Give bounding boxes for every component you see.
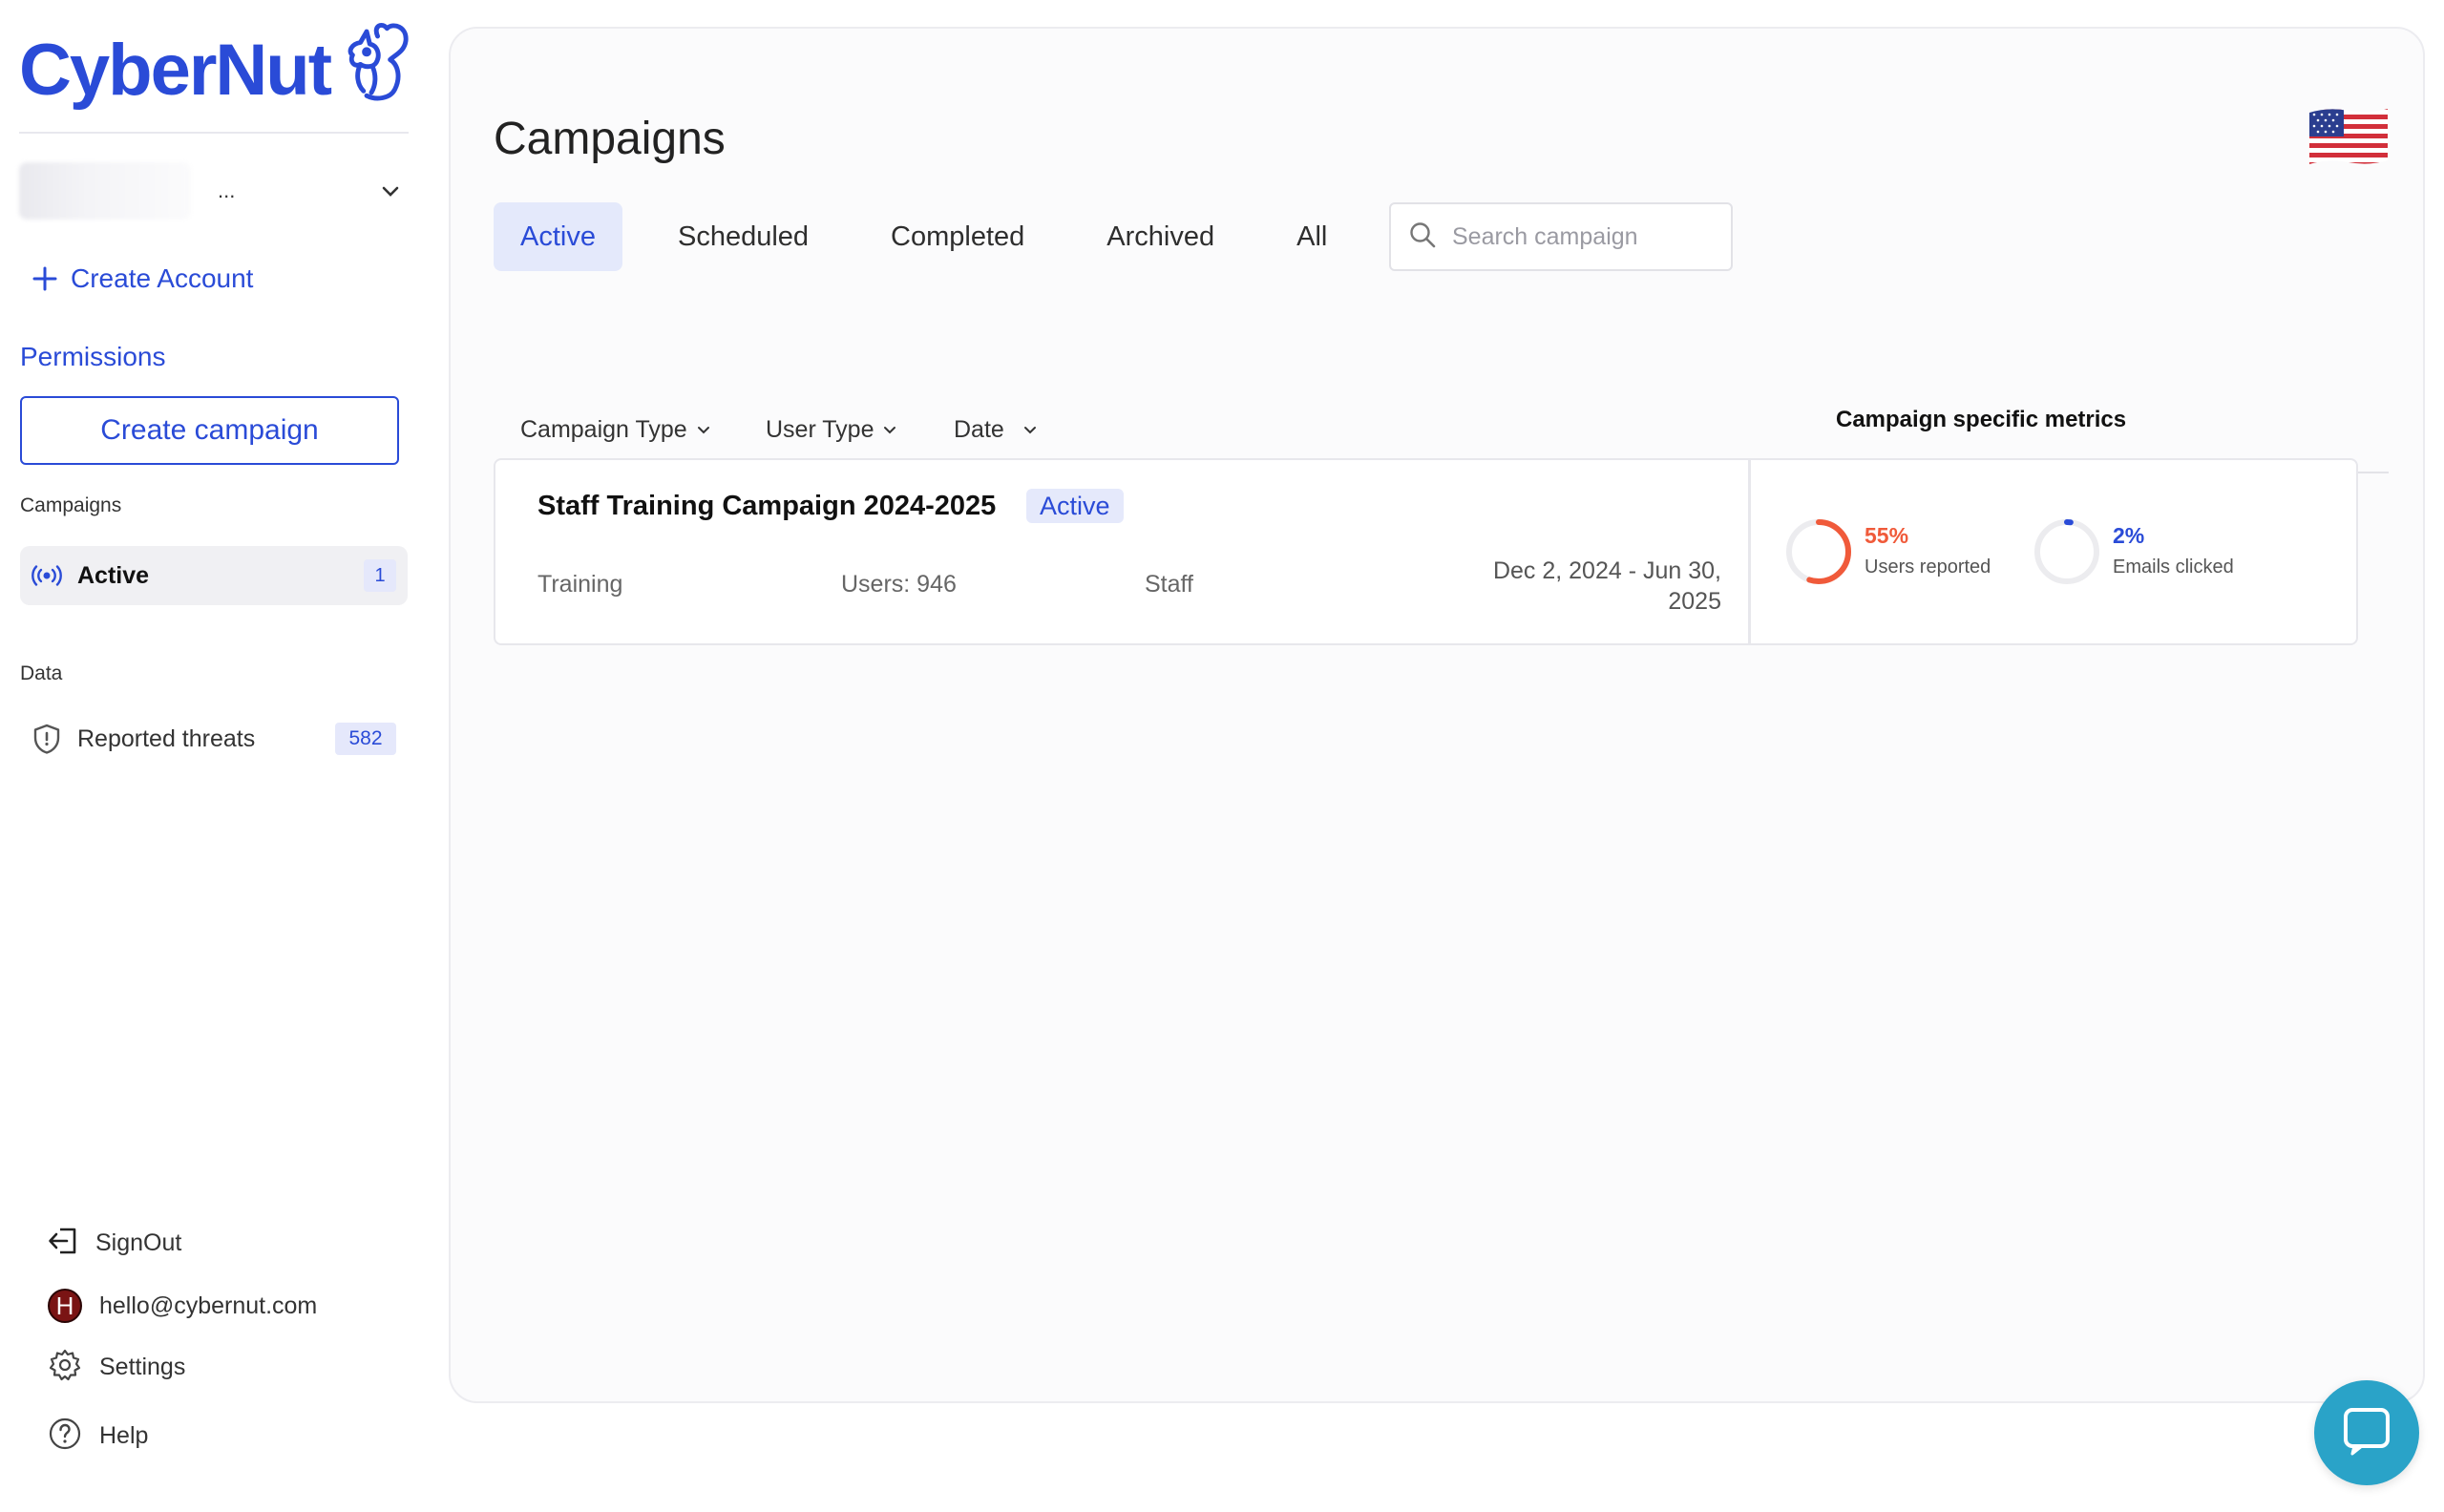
help-label: Help xyxy=(99,1422,149,1449)
plus-icon xyxy=(32,260,57,298)
filter-label: Date xyxy=(954,416,1004,443)
campaign-title: Staff Training Campaign 2024-2025 xyxy=(537,491,997,521)
cybernut-logo[interactable]: CyberNut xyxy=(19,17,411,124)
date-filter[interactable]: Date xyxy=(954,416,1037,444)
us-flag-icon[interactable] xyxy=(2306,105,2391,173)
chevron-down-icon xyxy=(883,420,896,440)
account-avatar-blurred xyxy=(19,162,191,220)
campaigns-section-label: Campaigns xyxy=(20,494,122,516)
campaign-date-range: Dec 2, 2024 - Jun 30, 2025 xyxy=(1492,557,1721,615)
campaign-type: Training xyxy=(537,571,623,598)
campaign-audience: Staff xyxy=(1145,571,1193,598)
main-panel: Campaigns Active Scheduled Completed Arc… xyxy=(449,27,2425,1403)
count-badge: 1 xyxy=(364,559,396,592)
account-selector[interactable]: ... xyxy=(19,160,409,221)
status-badge: Active xyxy=(1026,489,1124,523)
user-type-filter[interactable]: User Type xyxy=(766,416,896,444)
campaign-type-filter[interactable]: Campaign Type xyxy=(520,416,710,444)
campaign-status-tabs: Active Scheduled Completed Archived All xyxy=(494,202,1382,271)
search-box xyxy=(1389,202,1733,271)
metric-emails-clicked: 2% Emails clicked xyxy=(2033,517,2234,586)
metrics-header: Campaign specific metrics xyxy=(1836,407,2127,432)
filter-label: Campaign Type xyxy=(520,416,687,443)
tab-archived[interactable]: Archived xyxy=(1080,202,1241,271)
chevron-down-icon xyxy=(697,420,710,440)
chat-bubble-icon xyxy=(2341,1405,2392,1461)
help-icon xyxy=(48,1417,82,1456)
metric-label: Users reported xyxy=(1865,556,1991,578)
avatar: H xyxy=(48,1289,82,1323)
filter-label: User Type xyxy=(766,416,874,443)
shield-icon xyxy=(30,724,64,754)
campaign-users: Users: 946 xyxy=(841,571,957,598)
signout-label: SignOut xyxy=(95,1229,182,1256)
progress-ring xyxy=(1786,519,1851,584)
sign-out-icon xyxy=(48,1227,78,1260)
tab-scheduled[interactable]: Scheduled xyxy=(651,202,835,271)
tab-active[interactable]: Active xyxy=(494,202,622,271)
page-title: Campaigns xyxy=(494,114,726,164)
sidebar-item-active-campaigns[interactable]: Active 1 xyxy=(20,546,408,605)
signout-link[interactable]: SignOut xyxy=(48,1227,181,1260)
user-profile-link[interactable]: H hello@cybernut.com xyxy=(48,1289,317,1323)
sidebar: CyberNut ... Create Account Permissions … xyxy=(0,0,430,1512)
logo-text: CyberNut xyxy=(19,30,332,111)
user-email: hello@cybernut.com xyxy=(99,1292,318,1319)
campaign-card[interactable]: Staff Training Campaign 2024-2025 Active… xyxy=(494,458,2358,645)
settings-link[interactable]: Settings xyxy=(48,1348,185,1387)
create-account-link[interactable]: Create Account xyxy=(32,260,253,298)
broadcast-icon xyxy=(30,565,64,586)
count-badge: 582 xyxy=(335,723,396,755)
account-name: ... xyxy=(218,178,236,202)
sidebar-item-label: Reported threats xyxy=(77,724,256,752)
create-campaign-button[interactable]: Create campaign xyxy=(20,396,399,465)
metric-percent: 55% xyxy=(1865,523,1909,548)
permissions-link[interactable]: Permissions xyxy=(20,342,165,372)
settings-label: Settings xyxy=(99,1354,186,1380)
gear-icon xyxy=(48,1348,82,1387)
tab-all[interactable]: All xyxy=(1270,202,1354,271)
data-section-label: Data xyxy=(20,662,63,684)
progress-ring xyxy=(2034,519,2099,584)
squirrel-logo-icon xyxy=(348,22,409,101)
chat-support-button[interactable] xyxy=(2314,1380,2419,1485)
chevron-down-icon xyxy=(382,178,399,203)
sidebar-item-label: Active xyxy=(77,561,150,589)
sidebar-item-reported-threats[interactable]: Reported threats 582 xyxy=(20,714,408,764)
metric-users-reported: 55% Users reported xyxy=(1784,517,1991,586)
chevron-down-icon xyxy=(1023,420,1037,440)
tab-completed[interactable]: Completed xyxy=(864,202,1051,271)
metric-percent: 2% xyxy=(2113,523,2145,548)
search-icon xyxy=(1408,220,1437,254)
campaign-details: Staff Training Campaign 2024-2025 Active… xyxy=(495,460,1751,643)
create-account-label: Create Account xyxy=(71,263,254,293)
logo-divider xyxy=(19,132,409,134)
search-input[interactable] xyxy=(1452,222,1719,251)
help-link[interactable]: Help xyxy=(48,1417,148,1456)
metric-label: Emails clicked xyxy=(2113,556,2234,578)
